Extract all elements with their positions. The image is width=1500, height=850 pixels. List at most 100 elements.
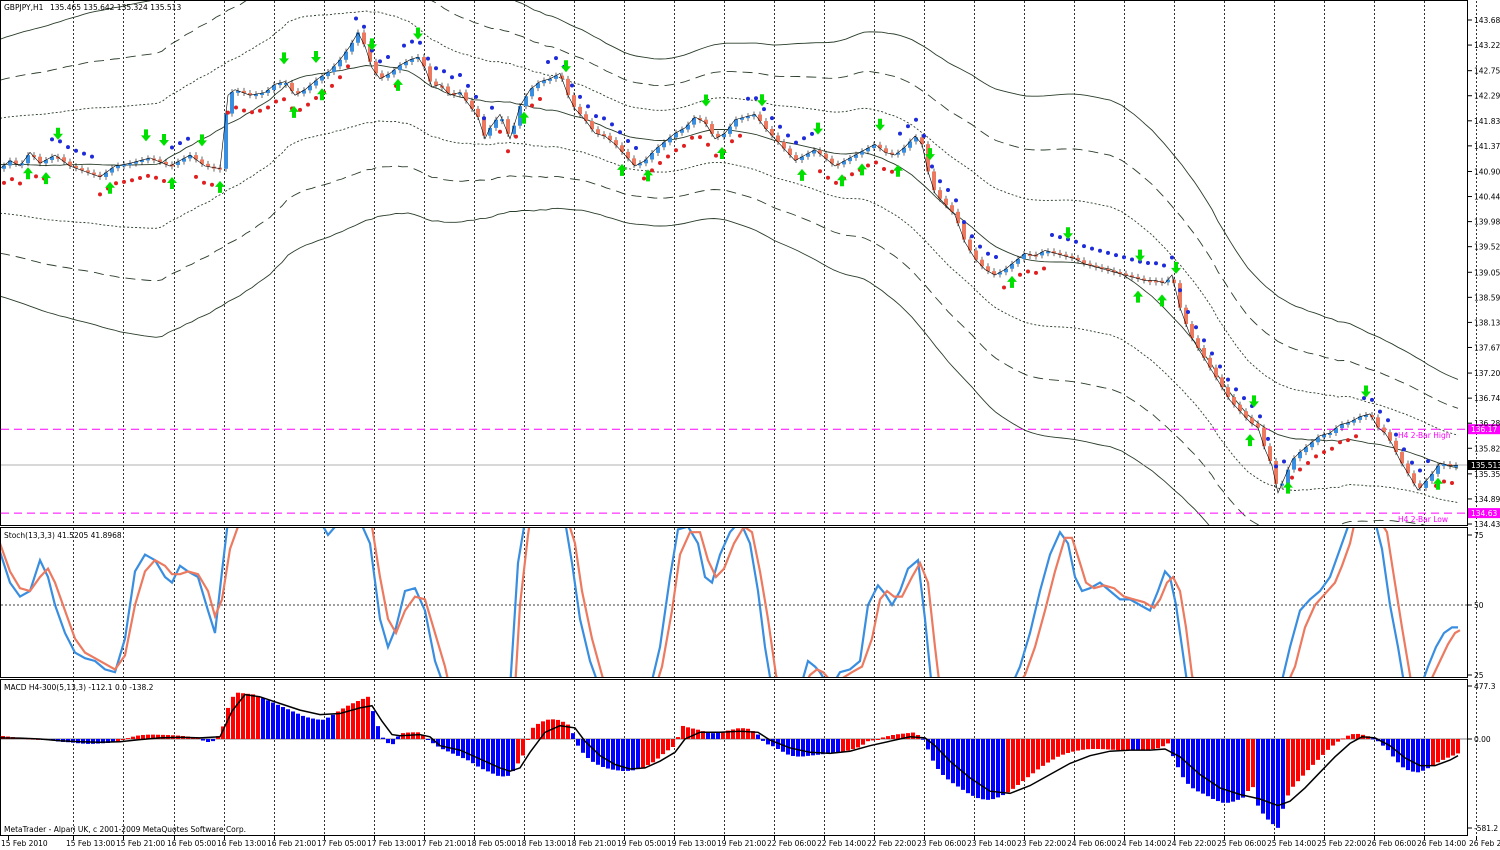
macd-bar xyxy=(1426,739,1430,769)
psar-dot xyxy=(1018,272,1022,277)
psar-dot xyxy=(170,145,174,150)
macd-bar xyxy=(236,692,240,739)
psar-dot xyxy=(770,116,774,121)
candle-body xyxy=(308,85,312,91)
candle-body xyxy=(788,148,792,156)
macd-bar xyxy=(426,739,430,740)
macd-bar xyxy=(971,739,975,796)
macd-bar xyxy=(1246,739,1250,792)
x-tick-label: 25 Feb 14:00 xyxy=(1267,839,1316,848)
x-tick-label: 16 Feb 21:00 xyxy=(267,839,316,848)
candle-body xyxy=(272,85,276,91)
trading-chart[interactable]: H4 2-Bar High136.17H4 2-Bar Low134.63 14… xyxy=(0,0,1500,850)
macd-bar xyxy=(636,739,640,770)
macd-bar xyxy=(641,739,645,768)
psar-dot xyxy=(1130,257,1134,262)
candle-body xyxy=(1178,283,1182,308)
macd-bar xyxy=(681,725,685,739)
macd-bar xyxy=(491,739,495,774)
macd-bar xyxy=(1226,739,1230,803)
psar-dot xyxy=(1442,479,1446,484)
macd-bar xyxy=(1431,739,1435,766)
macd-bar xyxy=(646,739,650,766)
macd-bar xyxy=(676,737,680,739)
psar-dot xyxy=(306,102,310,107)
psar-dot xyxy=(970,234,974,239)
macd-bar xyxy=(571,733,575,739)
macd-bar xyxy=(1031,739,1035,774)
level-label: H4 2-Bar Low xyxy=(1398,515,1448,524)
candle-body xyxy=(1310,442,1314,448)
y-tick-label: 139.520 xyxy=(1474,243,1500,252)
macd-bar xyxy=(336,711,340,739)
psar-dot xyxy=(434,66,438,71)
y-tick-label: 137.200 xyxy=(1474,369,1500,378)
candle-body xyxy=(1226,387,1230,398)
macd-bar xyxy=(1106,739,1110,750)
candle-body xyxy=(626,151,630,159)
macd-bar xyxy=(576,739,580,746)
macd-bar xyxy=(1066,739,1070,753)
macd-bar xyxy=(1436,739,1440,763)
psar-dot xyxy=(386,55,390,60)
psar-dot xyxy=(786,133,790,138)
candle-body xyxy=(632,158,636,165)
psar-dot xyxy=(314,95,318,100)
psar-dot xyxy=(226,110,230,115)
y-tick-label: 137.670 xyxy=(1474,343,1500,352)
psar-dot xyxy=(674,148,678,153)
macd-bar xyxy=(1456,739,1460,754)
main-panel[interactable] xyxy=(0,0,1468,526)
macd-bar xyxy=(801,739,805,757)
candle-body xyxy=(908,141,912,148)
macd-bar xyxy=(1251,739,1255,788)
candle-body xyxy=(692,118,696,125)
macd-bar xyxy=(416,732,420,739)
psar-dot xyxy=(922,133,926,138)
x-tick-label: 26 Feb 06:00 xyxy=(1367,839,1416,848)
macd-bar xyxy=(941,739,945,775)
macd-bar xyxy=(1411,739,1415,772)
psar-dot xyxy=(178,141,182,146)
macd-bar xyxy=(516,739,520,764)
stoch-axis: 75 50 25 xyxy=(1467,531,1484,680)
psar-dot xyxy=(546,59,550,64)
macd-bar xyxy=(121,739,125,741)
x-tick-label: 17 Feb 05:00 xyxy=(317,839,366,848)
psar-dot xyxy=(874,160,878,165)
candle-body xyxy=(1268,446,1272,462)
macd-bar xyxy=(231,696,235,739)
candle-body xyxy=(62,157,66,162)
copyright-footer: MetaTrader - Alpari UK, c 2001-2009 Meta… xyxy=(4,825,246,834)
macd-bar xyxy=(951,739,955,784)
macd-bar xyxy=(651,739,655,763)
macd-bar xyxy=(1151,739,1155,750)
candle-body xyxy=(350,42,354,52)
psar-dot xyxy=(994,255,998,260)
candle-body xyxy=(608,135,612,141)
candle-body xyxy=(290,82,294,92)
candle-body xyxy=(662,142,666,148)
psar-dot xyxy=(1346,438,1350,443)
macd-bar xyxy=(1281,739,1285,809)
y-tick-label: 138.590 xyxy=(1474,293,1500,302)
macd-bar xyxy=(1446,739,1450,758)
psar-dot xyxy=(1258,414,1262,419)
psar-dot xyxy=(954,198,958,203)
macd-bar xyxy=(481,739,485,770)
macd-bar xyxy=(871,739,875,741)
macd-bar xyxy=(211,739,215,742)
candle-body xyxy=(1376,417,1380,428)
psar-dot xyxy=(866,163,870,168)
macd-bar xyxy=(1351,734,1355,739)
psar-dot xyxy=(1378,409,1382,414)
psar-dot xyxy=(298,107,302,112)
psar-dot xyxy=(210,182,214,187)
psar-dot xyxy=(482,116,486,121)
macd-bar xyxy=(476,739,480,767)
y-tick-label: 25 xyxy=(1474,671,1484,680)
psar-dot xyxy=(626,138,630,143)
x-tick-label: 17 Feb 13:00 xyxy=(367,839,416,848)
y-tick-label: -581.2 xyxy=(1474,824,1498,833)
macd-bar xyxy=(256,695,260,739)
